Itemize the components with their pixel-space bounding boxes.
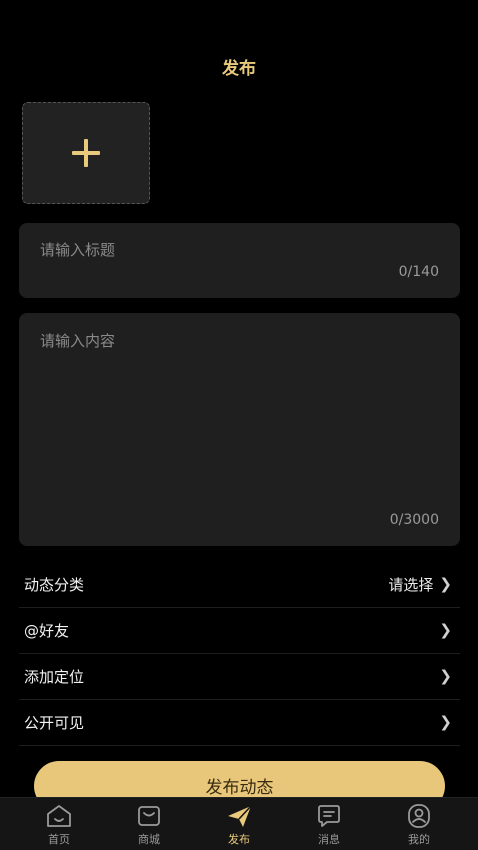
tab-label: 消息 — [318, 833, 340, 846]
tab-profile[interactable]: 我的 — [389, 798, 449, 847]
content-char-counter: 0/3000 — [389, 512, 439, 528]
tab-label: 首页 — [48, 833, 70, 846]
page-title: 发布 — [222, 59, 256, 79]
profile-icon — [408, 804, 430, 828]
title-input[interactable]: 请输入标题 0/140 — [19, 223, 460, 298]
option-label: 动态分类 — [24, 576, 85, 594]
option-value: 请选择 — [388, 576, 434, 594]
content-placeholder: 请输入内容 — [40, 332, 116, 350]
options-list: 动态分类 请选择 ❯ @好友 ❯ 添加定位 ❯ 公开可见 ❯ — [19, 562, 460, 746]
message-icon — [318, 805, 340, 827]
send-icon — [228, 805, 252, 827]
tab-publish[interactable]: 发布 — [209, 798, 269, 847]
chevron-right-icon: ❯ — [439, 667, 452, 685]
option-label: 添加定位 — [24, 668, 85, 686]
shop-icon — [138, 806, 160, 826]
option-label: @好友 — [24, 622, 70, 640]
bottom-tab-bar: 首页 商城 发布 消息 我的 — [0, 797, 478, 850]
option-add-location[interactable]: 添加定位 ❯ — [19, 654, 460, 700]
chevron-right-icon: ❯ — [439, 621, 452, 639]
chevron-right-icon: ❯ — [439, 713, 452, 731]
publish-page: 发布 请输入标题 0/140 请输入内容 0/3000 动态分类 请选择 ❯ @… — [0, 0, 478, 850]
content-input[interactable]: 请输入内容 0/3000 — [19, 313, 460, 546]
tab-messages[interactable]: 消息 — [299, 798, 359, 847]
option-label: 公开可见 — [24, 714, 85, 732]
tab-shop[interactable]: 商城 — [119, 798, 179, 847]
tab-label: 我的 — [408, 833, 430, 846]
option-mention-friends[interactable]: @好友 ❯ — [19, 608, 460, 654]
chevron-right-icon: ❯ — [439, 575, 452, 593]
title-char-counter: 0/140 — [398, 264, 439, 280]
tab-label: 商城 — [138, 833, 160, 846]
title-placeholder: 请输入标题 — [40, 241, 116, 259]
option-visibility[interactable]: 公开可见 ❯ — [19, 700, 460, 746]
plus-icon — [72, 139, 100, 167]
image-upload-button[interactable] — [22, 102, 150, 204]
home-icon — [47, 805, 71, 827]
tab-home[interactable]: 首页 — [29, 798, 89, 847]
tab-label: 发布 — [228, 833, 250, 846]
option-category[interactable]: 动态分类 请选择 ❯ — [19, 562, 460, 608]
